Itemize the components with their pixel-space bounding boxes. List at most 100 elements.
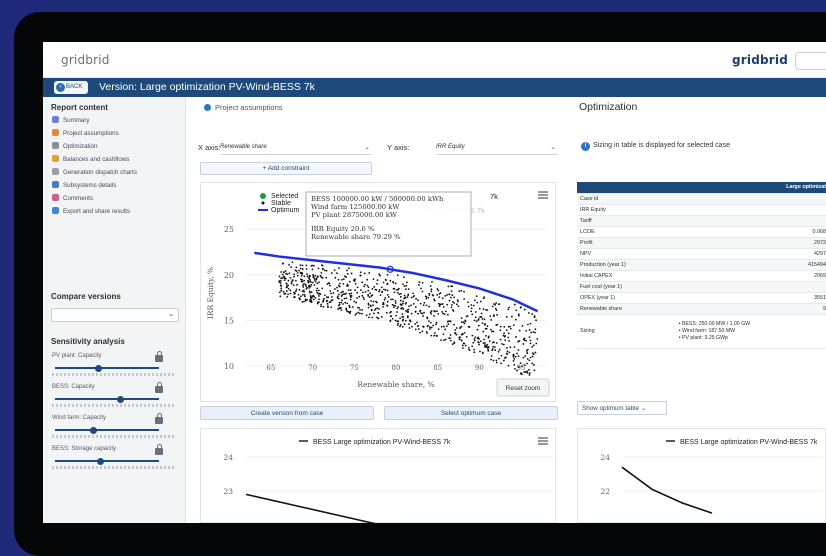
- lock-icon[interactable]: [155, 444, 163, 455]
- tooltip-line: BESS 100000.00 kW / 500000.00 kWh: [311, 195, 444, 203]
- sizing-item: • BESS: 250.00 MW / 1.00 GW: [678, 320, 751, 327]
- sidebar-item-label: Summary: [63, 117, 90, 124]
- slider-knob[interactable]: [95, 364, 103, 372]
- select-optimum-button[interactable]: Select optimum case: [384, 406, 558, 420]
- sidebar-item-label: Comments: [63, 195, 93, 202]
- row-label: IRR Equity: [577, 204, 676, 216]
- chart-title: BESS Large optimization PV-Wind-BESS 7k: [313, 439, 451, 446]
- hamburger-icon[interactable]: [538, 191, 548, 199]
- table-row: Production (year 1) 415494: [577, 259, 826, 271]
- scatter-svg: 1015202565 70 75 80 85 90 95Renewable share, %…: [206, 191, 550, 397]
- y-tick-label: 25: [224, 225, 234, 234]
- legend-right-text: 7k: [490, 192, 498, 201]
- table-row: Sizing • BESS: 250.00 MW / 1.00 GW • Wind …: [577, 314, 826, 349]
- line-chart-left: BESS Large optimization PV-Wind-BESS 7k 2…: [200, 428, 556, 523]
- summary-icon: [52, 116, 59, 123]
- row-value: [675, 193, 826, 205]
- x-axis-title: Renewable share, %: [357, 380, 434, 389]
- app-screen: gridbrid gridbrid ‹ BACK Version: Large …: [43, 42, 826, 523]
- table-row: Profit 2972: [577, 237, 826, 249]
- y-tick-label: 23: [223, 487, 233, 496]
- sidebar-item-comments[interactable]: Comments: [52, 194, 93, 205]
- x-axis-label: X axis:: [198, 143, 221, 152]
- chevron-down-icon: ⌄: [550, 144, 556, 151]
- row-value: [675, 281, 826, 293]
- info-icon: i: [581, 142, 590, 151]
- sensitivity-slider[interactable]: [55, 395, 159, 403]
- x-axis-select[interactable]: Renewable share ⌄: [220, 141, 372, 155]
- sizing-item: • PV plant: 3.25 GWp: [678, 334, 728, 341]
- sidebar-item-label: Export and share results: [63, 208, 131, 215]
- version-bar: ‹ BACK Version: Large optimization PV-Wi…: [43, 78, 826, 97]
- slider-knob[interactable]: [117, 395, 125, 403]
- row-value: 2972: [675, 237, 826, 249]
- y-axis-select[interactable]: IRR Equity ⌄: [436, 141, 558, 155]
- row-value: [675, 204, 826, 216]
- x-tick-label: 80: [392, 364, 401, 372]
- line-chart-left-svg: BESS Large optimization PV-Wind-BESS 7k 2…: [223, 437, 553, 523]
- sidebar-item-summary[interactable]: Summary: [52, 116, 89, 127]
- sidebar-item-optimization[interactable]: Optimization: [52, 142, 97, 153]
- y-tick-label: 15: [224, 316, 234, 325]
- add-constraint-button[interactable]: + Add constraint: [200, 162, 372, 175]
- slider-knob[interactable]: [89, 426, 97, 434]
- sensitivity-slider[interactable]: [55, 426, 159, 434]
- x-tick-label: 65: [267, 364, 276, 372]
- lock-icon[interactable]: [155, 382, 163, 393]
- slider-knob[interactable]: [97, 457, 105, 465]
- table-row: Tariff: [577, 215, 826, 227]
- logo-left: gridbrid: [61, 53, 110, 67]
- comments-icon: [52, 194, 59, 201]
- assumptions-dot-icon: [204, 104, 211, 111]
- row-label: LCOE: [577, 226, 676, 238]
- sidebar-item-subsystems[interactable]: Subsystems details: [52, 181, 116, 192]
- sidebar-item-assumptions[interactable]: Project assumptions: [52, 129, 119, 140]
- table-row: NPV 4297: [577, 248, 826, 260]
- row-label: Production (year 1): [577, 259, 676, 271]
- row-value: 2069: [675, 270, 826, 282]
- x-tick-label: 75: [350, 364, 359, 372]
- tooltip-line: Renewable share 79.29 %: [311, 233, 401, 241]
- y-tick-label: 24: [600, 453, 610, 462]
- chart-title: BESS Large optimization PV-Wind-BESS 7k: [680, 439, 818, 446]
- sidebar-item-balances[interactable]: Balances and cashflows: [52, 155, 129, 166]
- hamburger-icon[interactable]: [538, 437, 548, 445]
- row-label: Profit: [577, 237, 676, 249]
- back-arrow-icon: ‹: [56, 83, 65, 92]
- chevron-down-icon: ⌄: [640, 405, 647, 412]
- back-label: BACK: [66, 84, 83, 90]
- show-optimum-table-button[interactable]: Show optimum table ⌄: [577, 401, 667, 415]
- legend-label: Selected: [271, 193, 298, 200]
- lock-icon[interactable]: [155, 413, 163, 424]
- back-button[interactable]: ‹ BACK: [54, 81, 88, 94]
- logo-right-text: gridbrid: [732, 53, 789, 67]
- y-axis-label: Y axis:: [387, 143, 410, 152]
- slider-ticks: [52, 466, 174, 469]
- project-assumptions-link[interactable]: Project assumptions: [204, 103, 283, 112]
- sidebar-item-share[interactable]: Export and share results: [52, 207, 130, 218]
- sidebar-item-dispatch[interactable]: Generation dispatch charts: [52, 168, 137, 179]
- lock-icon[interactable]: [155, 351, 163, 362]
- row-label: Sizing: [577, 314, 676, 349]
- slider-ticks: [52, 373, 174, 376]
- x-tick-label: 90: [475, 364, 484, 372]
- row-label: Renewable share: [577, 303, 676, 315]
- compare-versions-select[interactable]: ⌄: [51, 308, 179, 322]
- sidebar-item-label: Generation dispatch charts: [63, 169, 137, 176]
- reset-zoom-button[interactable]: Reset zoom: [496, 378, 550, 397]
- row-label: Case id: [577, 193, 676, 205]
- row-label: Fuel cost (year 1): [577, 281, 676, 293]
- create-version-button[interactable]: Create version from case: [200, 406, 374, 420]
- table-row: LCOE 0.068: [577, 226, 826, 238]
- optimization-icon: [52, 142, 59, 149]
- assumptions-icon: [52, 129, 59, 136]
- subsystems-icon: [52, 181, 59, 188]
- share-icon: [52, 207, 59, 214]
- top-bar: gridbrid gridbrid: [43, 42, 826, 78]
- row-label: NPV: [577, 248, 676, 260]
- info-note: i Sizing in table is displayed for select…: [581, 142, 730, 151]
- sensitivity-slider[interactable]: [55, 364, 159, 372]
- sensitivity-slider[interactable]: [55, 457, 159, 465]
- optimization-table: Large optimizat Case id IRR Equity Tariff LC…: [577, 182, 826, 349]
- account-button[interactable]: [795, 52, 826, 70]
